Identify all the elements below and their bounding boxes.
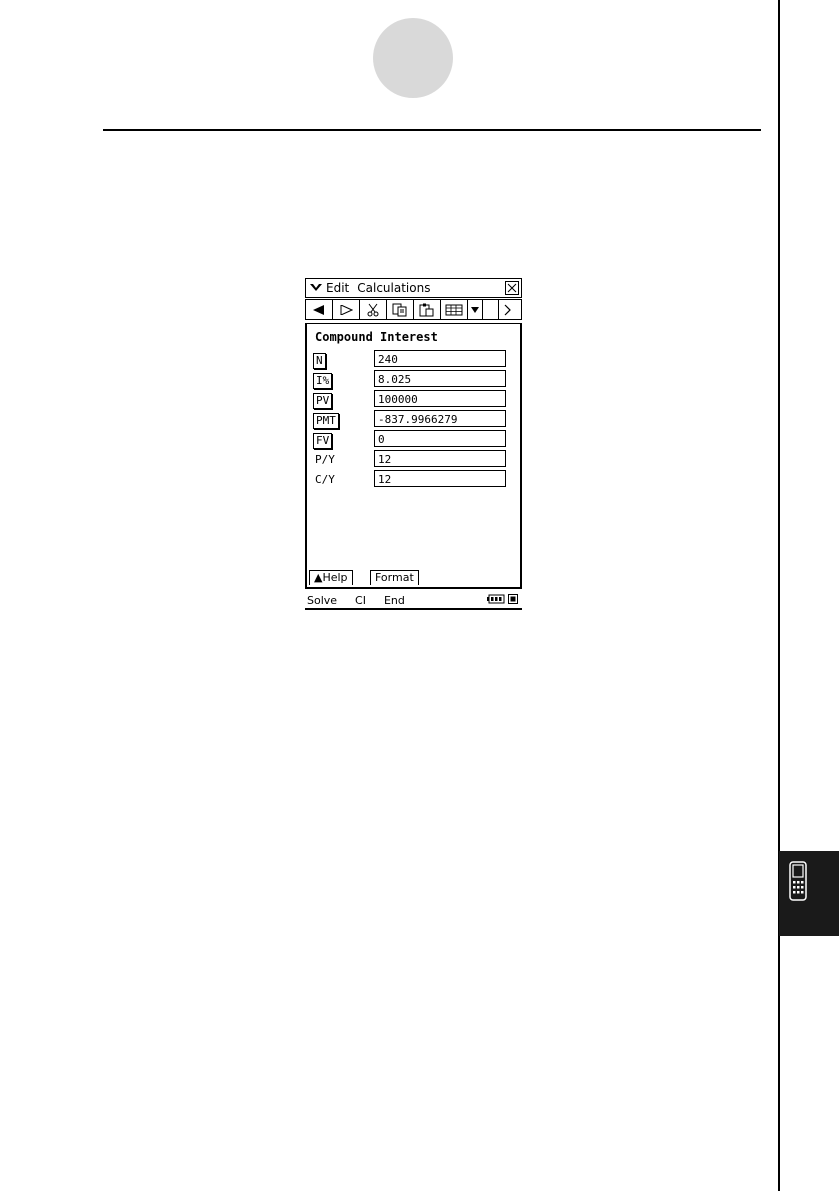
status-icons (487, 594, 518, 604)
end-softkey[interactable]: End (384, 594, 405, 607)
field-pv[interactable]: 100000 (374, 390, 506, 407)
row-pmt: PMT -837.9966279 (313, 410, 513, 429)
field-fv[interactable]: 0 (374, 430, 506, 447)
close-icon[interactable] (505, 281, 519, 295)
calculator-icon (789, 861, 807, 901)
tab-format[interactable]: Format (370, 570, 419, 585)
panel-title: Compound Interest (315, 330, 438, 344)
row-c-y: C/Y 12 (313, 470, 513, 489)
calculator-screen: Edit Calculations Compound Interest N 24… (305, 278, 522, 610)
copy-icon[interactable] (387, 300, 414, 319)
field-i-percent[interactable]: 8.025 (374, 370, 506, 387)
chapter-side-tab (779, 851, 839, 936)
tab-help[interactable]: ▲Help (309, 570, 353, 585)
compound-interest-panel: Compound Interest N 240 I% 8.025 PV 1000… (305, 323, 522, 589)
row-i-percent: I% 8.025 (313, 370, 513, 389)
cut-icon[interactable] (360, 300, 387, 319)
row-n: N 240 (313, 350, 513, 369)
ci-softkey[interactable]: CI (355, 594, 366, 607)
dropdown-icon[interactable] (468, 300, 483, 319)
solve-softkey[interactable]: Solve (307, 594, 337, 607)
label-c-y: C/Y (315, 473, 335, 486)
field-c-y[interactable]: 12 (374, 470, 506, 487)
label-pv-button[interactable]: PV (313, 393, 333, 409)
toolbar-spacer (483, 300, 499, 319)
status-bar: Solve CI End (305, 592, 522, 610)
label-n-button[interactable]: N (313, 353, 326, 369)
scroll-right-icon[interactable] (499, 300, 515, 319)
menu-calculations[interactable]: Calculations (357, 281, 430, 295)
row-p-y: P/Y 12 (313, 450, 513, 469)
field-p-y[interactable]: 12 (374, 450, 506, 467)
label-fv-button[interactable]: FV (313, 433, 333, 449)
field-n[interactable]: 240 (374, 350, 506, 367)
right-margin-line (778, 0, 780, 1191)
label-pmt-button[interactable]: PMT (313, 413, 339, 429)
mode-indicator-icon (508, 594, 518, 604)
back-icon[interactable] (306, 300, 333, 319)
menu-edit[interactable]: Edit (326, 281, 349, 295)
field-pmt[interactable]: -837.9966279 (374, 410, 506, 427)
menu-chevron-icon[interactable] (306, 283, 326, 293)
header-rule (103, 129, 761, 131)
menu-bar: Edit Calculations (305, 278, 522, 298)
label-p-y: P/Y (315, 453, 335, 466)
page-marker-circle (373, 18, 453, 98)
battery-icon (487, 594, 505, 604)
forward-icon[interactable] (333, 300, 360, 319)
label-i-percent-button[interactable]: I% (313, 373, 333, 389)
grid-icon[interactable] (441, 300, 468, 319)
row-fv: FV 0 (313, 430, 513, 449)
tab-strip: ▲Help Format (307, 570, 520, 585)
paste-icon[interactable] (414, 300, 441, 319)
row-pv: PV 100000 (313, 390, 513, 409)
toolbar (305, 299, 522, 320)
